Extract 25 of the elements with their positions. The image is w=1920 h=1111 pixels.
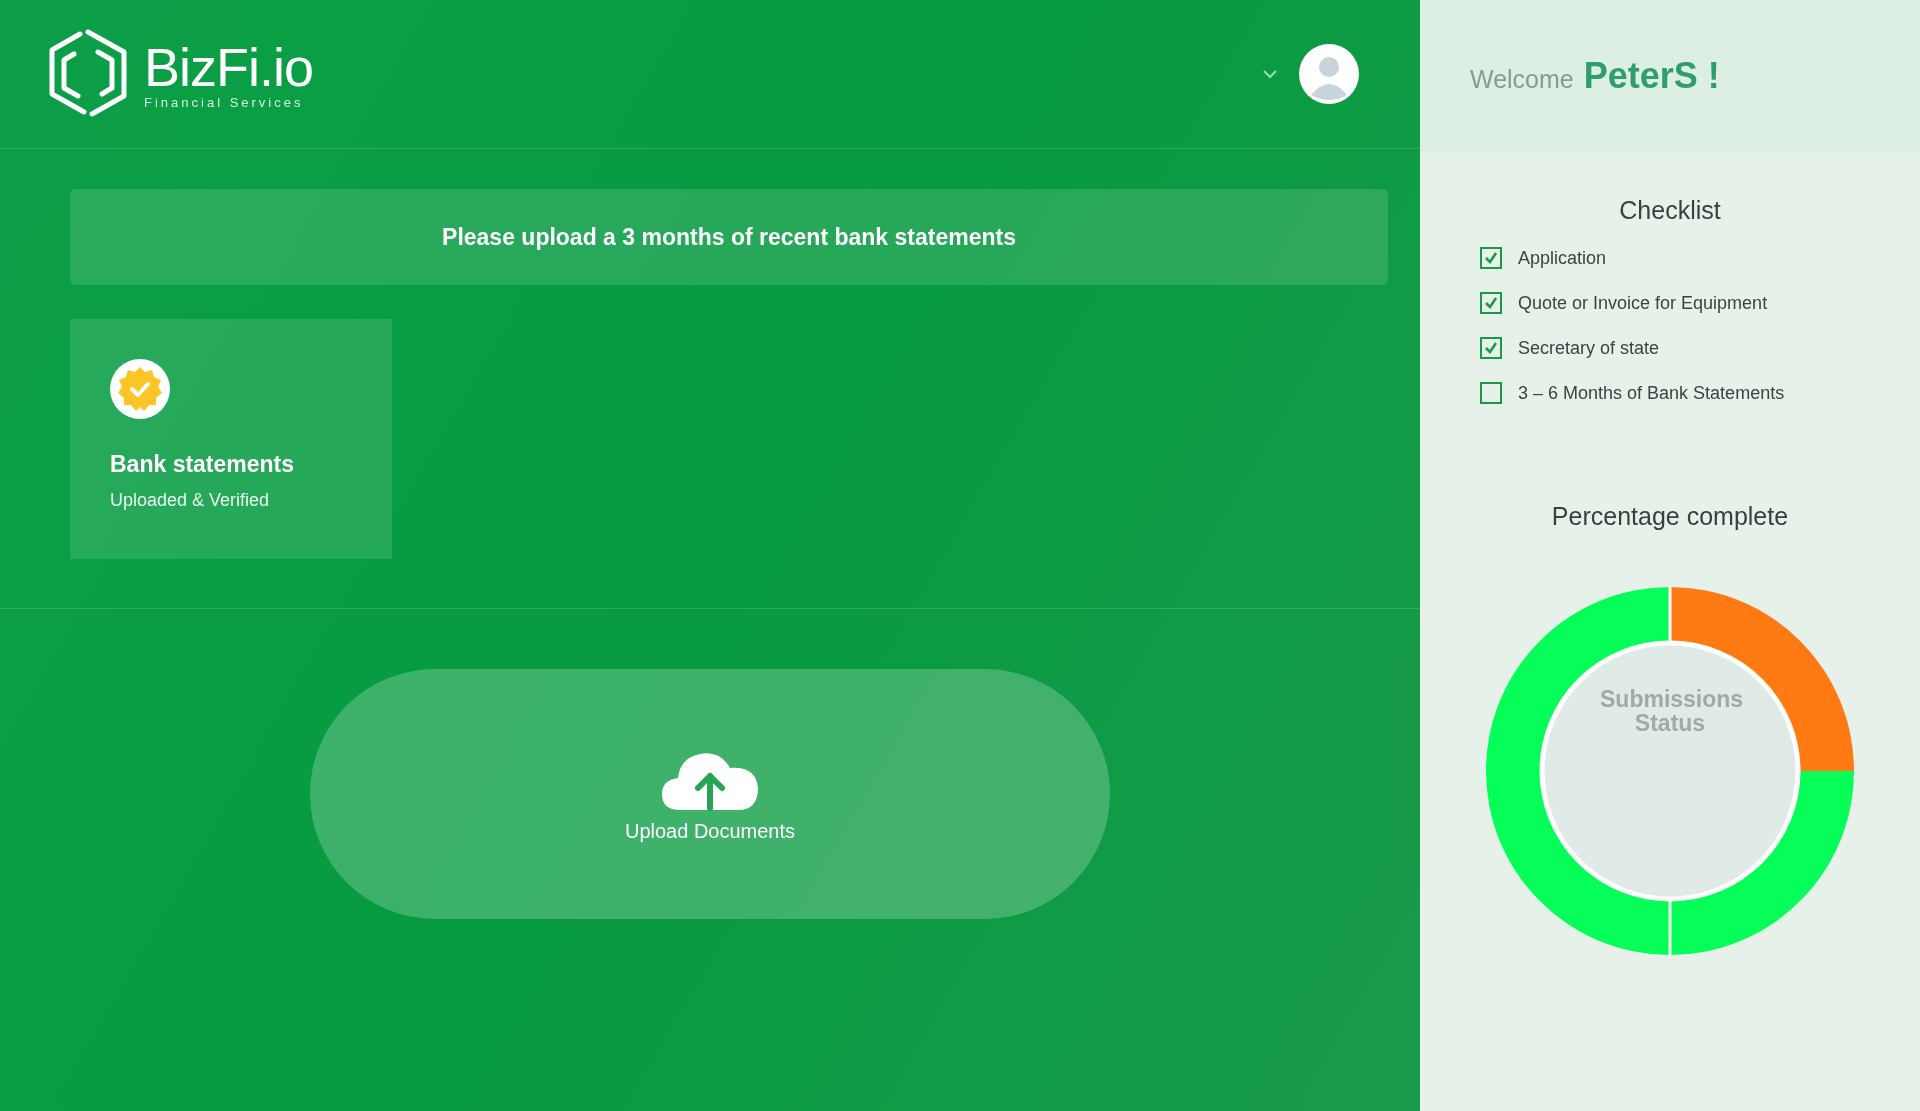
checklist-item-label: Application	[1518, 247, 1607, 269]
checkbox[interactable]	[1480, 337, 1502, 359]
checkmark-icon	[1483, 250, 1499, 266]
logo-tagline: Financial Services	[144, 94, 305, 110]
checkbox[interactable]	[1480, 382, 1502, 404]
checkmark-icon	[1483, 340, 1499, 356]
welcome-text: Welcome	[1470, 65, 1574, 94]
checkbox[interactable]	[1480, 247, 1502, 269]
donut-center-label: Submissions Status	[1600, 687, 1740, 735]
checklist-item-label: Quote or Invoice for Equipment	[1518, 292, 1768, 314]
checklist-item-label: 3 – 6 Months of Bank Statements	[1518, 382, 1785, 404]
logo-wordmark: BizFi.io	[144, 38, 314, 95]
hexagon-logo-icon	[48, 28, 128, 120]
checkmark-icon	[1483, 295, 1499, 311]
username-text: PeterS !	[1583, 54, 1720, 97]
document-status: Uploaded & Verified	[110, 490, 271, 511]
checklist-item-label: Secretary of state	[1518, 337, 1660, 359]
avatar-silhouette[interactable]	[1298, 43, 1360, 105]
upload-instruction-banner: Please upload a 3 months of recent bank statements	[70, 189, 1388, 285]
upload-documents-button[interactable]: Upload Documents	[310, 669, 1110, 919]
checkbox[interactable]	[1480, 292, 1502, 314]
document-title: Bank statements	[110, 451, 296, 478]
percentage-complete-title: Percentage complete	[1551, 502, 1789, 531]
chevron-down-icon[interactable]	[1262, 69, 1278, 79]
checklist-title: Checklist	[1619, 196, 1721, 225]
